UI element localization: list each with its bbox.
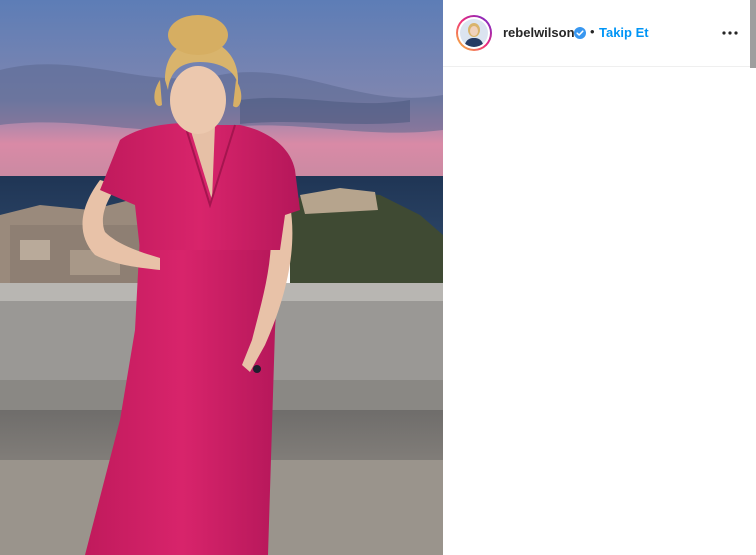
- follow-button[interactable]: Takip Et: [599, 25, 649, 40]
- window-edge: [750, 0, 756, 68]
- post-side-panel: rebelwilson • Takip Et: [443, 0, 750, 555]
- username-link[interactable]: rebelwilson: [503, 25, 575, 40]
- avatar[interactable]: [456, 15, 492, 51]
- post-photo[interactable]: [0, 0, 443, 555]
- separator-dot: •: [590, 24, 595, 39]
- avatar-photo-icon: [460, 19, 488, 47]
- window-edge-lower: [750, 68, 756, 555]
- verified-badge-icon: [574, 27, 586, 39]
- more-options-icon[interactable]: [720, 24, 740, 42]
- avatar-image: [458, 17, 490, 49]
- post-photo-graphic: [0, 0, 443, 555]
- post-header: rebelwilson • Takip Et: [443, 0, 750, 67]
